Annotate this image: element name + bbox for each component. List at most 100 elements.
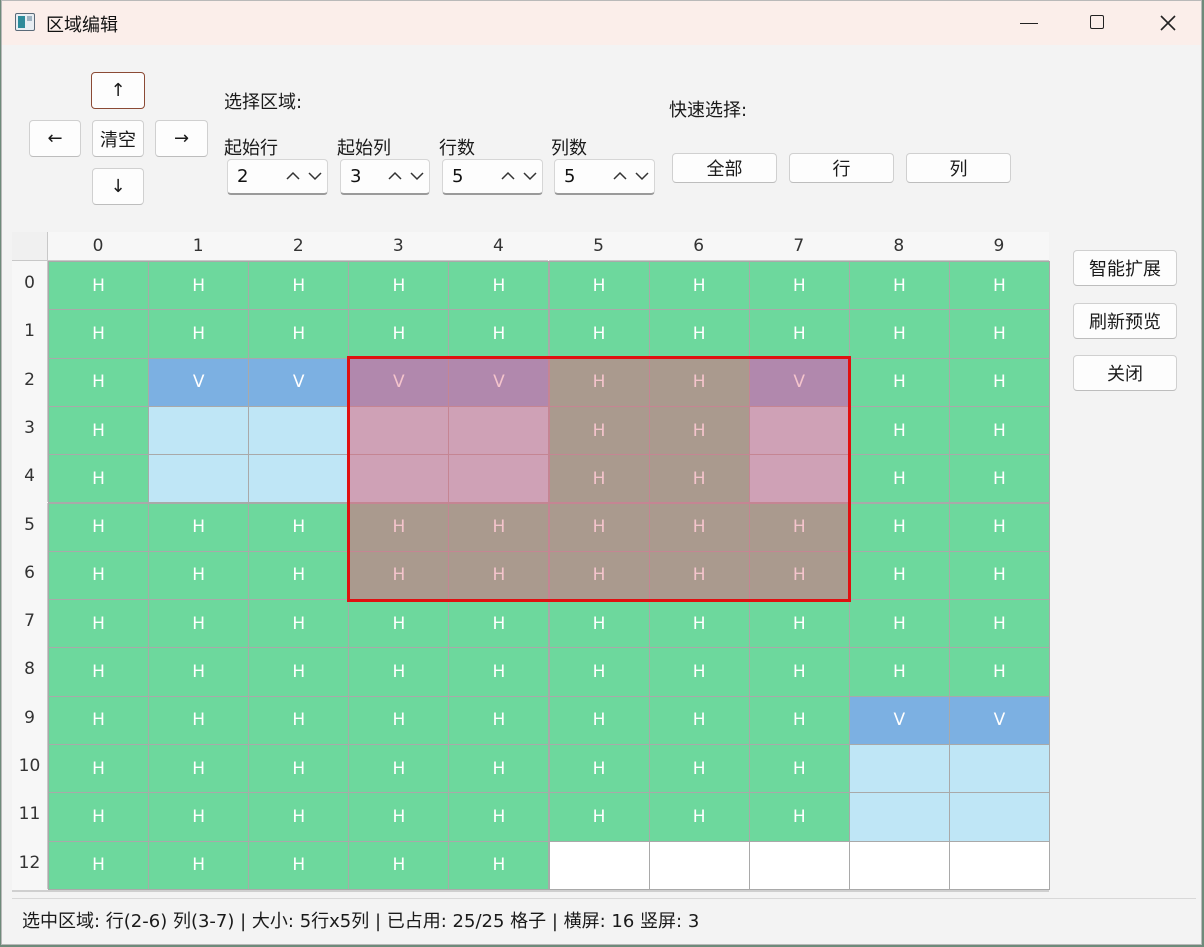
chevron-up-icon[interactable] (387, 169, 403, 183)
grid-cell[interactable] (748, 405, 850, 456)
grid-cell[interactable]: H (448, 744, 550, 794)
grid-cell[interactable]: H (748, 309, 850, 359)
grid-cell[interactable]: H (48, 599, 150, 649)
grid-cell[interactable]: H (448, 840, 550, 890)
row-header[interactable]: 1 (12, 309, 48, 358)
grid-cell[interactable]: H (48, 261, 150, 311)
grid-cell[interactable]: H (748, 744, 850, 794)
start-col-spinbox[interactable]: 3 (340, 159, 430, 195)
grid-cell[interactable]: H (448, 792, 550, 842)
grid-cell[interactable]: H (448, 695, 550, 745)
grid-cell[interactable]: H (48, 502, 150, 552)
grid-cell[interactable]: H (648, 357, 750, 407)
grid-cell[interactable]: H (48, 792, 150, 842)
grid-cell[interactable]: H (648, 695, 750, 745)
grid-cell[interactable]: H (48, 695, 150, 745)
grid-cell[interactable]: H (948, 647, 1050, 697)
grid-cell[interactable]: H (548, 357, 650, 407)
grid-cell[interactable]: H (748, 647, 850, 697)
grid-cell[interactable]: V (748, 357, 850, 407)
grid-cell[interactable]: H (648, 405, 750, 456)
grid-cell[interactable]: H (48, 550, 150, 601)
grid-cell[interactable]: H (148, 647, 250, 697)
grid-cell[interactable]: H (648, 550, 750, 601)
grid-cell[interactable]: H (148, 309, 250, 359)
grid-cell[interactable]: H (748, 695, 850, 745)
grid-cell[interactable] (948, 744, 1050, 794)
grid-cell[interactable] (248, 454, 350, 504)
grid-cell[interactable]: H (348, 502, 450, 552)
grid-cell[interactable]: H (848, 550, 950, 601)
grid-cell[interactable]: H (448, 599, 550, 649)
grid-cell[interactable]: H (848, 357, 950, 407)
grid-cell[interactable] (148, 454, 250, 504)
grid-cell[interactable]: H (148, 840, 250, 890)
column-header[interactable]: 8 (848, 232, 949, 261)
grid-cell[interactable]: H (548, 261, 650, 311)
grid-cell[interactable]: H (448, 647, 550, 697)
grid-cell[interactable]: H (348, 695, 450, 745)
grid-cell[interactable]: H (248, 261, 350, 311)
chevron-down-icon[interactable] (409, 169, 425, 183)
grid-cell[interactable]: H (348, 647, 450, 697)
grid-cell[interactable]: H (848, 454, 950, 504)
grid-cell[interactable]: H (348, 599, 450, 649)
grid-cell[interactable] (148, 405, 250, 456)
grid-cell[interactable]: H (148, 744, 250, 794)
grid-cell[interactable]: H (348, 261, 450, 311)
grid-cell[interactable]: H (48, 454, 150, 504)
grid-cell[interactable]: V (448, 357, 550, 407)
grid-cell[interactable]: H (348, 792, 450, 842)
region-grid[interactable]: 01234567890HHHHHHHHHH1HHHHHHHHHH2HVVVVHH… (12, 232, 1050, 890)
grid-cell[interactable]: H (148, 695, 250, 745)
grid-cell[interactable]: H (148, 792, 250, 842)
grid-cell[interactable]: H (948, 502, 1050, 552)
grid-cell[interactable]: H (348, 744, 450, 794)
grid-cell[interactable]: H (248, 599, 350, 649)
grid-cell[interactable]: H (948, 309, 1050, 359)
grid-cell[interactable]: H (248, 550, 350, 601)
row-header[interactable]: 11 (12, 792, 48, 841)
row-header[interactable]: 8 (12, 647, 48, 696)
maximize-icon[interactable] (1090, 15, 1104, 29)
grid-cell[interactable]: H (848, 502, 950, 552)
row-header[interactable]: 6 (12, 550, 48, 600)
grid-cell[interactable]: H (48, 647, 150, 697)
grid-cell[interactable] (448, 454, 550, 504)
grid-cell[interactable]: H (148, 599, 250, 649)
grid-cell[interactable]: H (748, 502, 850, 552)
grid-cell[interactable]: H (848, 309, 950, 359)
grid-cell[interactable]: H (948, 599, 1050, 649)
grid-cell[interactable]: H (48, 840, 150, 890)
grid-cell[interactable]: H (548, 744, 650, 794)
grid-cell[interactable]: H (248, 695, 350, 745)
grid-cell[interactable]: H (348, 840, 450, 890)
grid-cell[interactable] (848, 840, 950, 890)
move-right-button[interactable]: → (155, 120, 208, 157)
row-header[interactable]: 4 (12, 454, 48, 503)
grid-cell[interactable]: H (548, 502, 650, 552)
grid-cell[interactable]: H (448, 309, 550, 359)
grid-cell[interactable] (348, 454, 450, 504)
select-row-button[interactable]: 行 (789, 153, 894, 183)
grid-cell[interactable]: H (248, 647, 350, 697)
row-header[interactable]: 0 (12, 261, 48, 310)
column-header[interactable]: 0 (48, 232, 149, 261)
row-header[interactable]: 9 (12, 695, 48, 744)
grid-cell[interactable]: H (348, 550, 450, 601)
grid-cell[interactable]: H (848, 405, 950, 456)
grid-cell[interactable]: H (248, 840, 350, 890)
select-col-button[interactable]: 列 (906, 153, 1011, 183)
grid-cell[interactable] (748, 840, 850, 890)
row-header[interactable]: 2 (12, 357, 48, 406)
grid-cell[interactable] (948, 840, 1050, 890)
row-header[interactable]: 12 (12, 840, 48, 889)
row-header[interactable]: 5 (12, 502, 48, 551)
column-header[interactable]: 1 (148, 232, 249, 261)
grid-cell[interactable]: H (948, 405, 1050, 456)
grid-cell[interactable]: H (548, 454, 650, 504)
grid-cell[interactable]: H (548, 695, 650, 745)
grid-cell[interactable]: H (48, 309, 150, 359)
grid-cell[interactable] (748, 454, 850, 504)
grid-cell[interactable]: H (848, 261, 950, 311)
